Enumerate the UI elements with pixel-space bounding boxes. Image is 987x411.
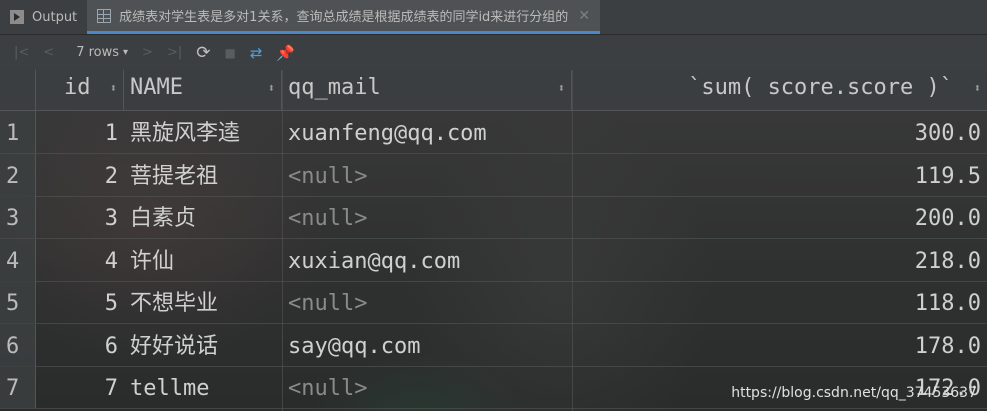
tab-query-label: 成绩表对学生表是多对1关系，查询总成绩是根据成绩表的同学id来进行分组的 [119, 10, 569, 25]
cell-sum[interactable]: 218.0 [572, 239, 987, 281]
column-header-name-label: NAME [130, 75, 183, 100]
column-header-qq-mail[interactable]: qq_mail ⬍ [282, 70, 572, 110]
cell-qq-mail[interactable]: <null> [282, 366, 572, 408]
compare-icon[interactable]: ⇄ [250, 41, 263, 65]
tab-query-result[interactable]: 成绩表对学生表是多对1关系，查询总成绩是根据成绩表的同学id来进行分组的 ✕ [87, 0, 601, 34]
cell-name[interactable]: 黑旋风李逵 [124, 111, 282, 153]
cell-id[interactable]: 1 [36, 111, 124, 153]
stop-icon[interactable]: ■ [224, 41, 235, 65]
cell-name[interactable]: 许仙 [124, 239, 282, 281]
cell-qq-mail[interactable]: xuxian@qq.com [282, 239, 572, 281]
cell-qq-mail[interactable]: <null> [282, 196, 572, 238]
cell-name[interactable]: tellme [124, 366, 282, 408]
watermark: https://blog.csdn.net/qq_37453637 [731, 385, 977, 401]
row-number[interactable]: 5 [0, 281, 36, 323]
table-row[interactable]: 1 1 黑旋风李逵 xuanfeng@qq.com 300.0 [0, 111, 987, 154]
first-page-icon[interactable]: |< [14, 41, 29, 65]
sort-icon[interactable]: ⬍ [974, 70, 981, 106]
column-header-id-label: id [64, 75, 91, 100]
cell-sum[interactable]: 178.0 [572, 324, 987, 366]
table-icon [97, 8, 112, 23]
sort-icon[interactable]: ⬍ [110, 70, 117, 106]
sort-icon[interactable]: ⬍ [268, 70, 275, 106]
cell-name[interactable]: 白素贞 [124, 196, 282, 238]
tab-output-label: Output [32, 9, 78, 25]
cell-qq-mail[interactable]: <null> [282, 154, 572, 196]
cell-name[interactable]: 不想毕业 [124, 281, 282, 323]
row-number[interactable]: 7 [0, 366, 36, 408]
row-number[interactable]: 1 [0, 111, 36, 153]
row-number[interactable]: 3 [0, 196, 36, 238]
tab-bar: Output 成绩表对学生表是多对1关系，查询总成绩是根据成绩表的同学id来进行… [0, 0, 987, 35]
cell-qq-mail[interactable]: <null> [282, 281, 572, 323]
last-page-icon[interactable]: >| [167, 41, 182, 65]
cell-id[interactable]: 7 [36, 366, 124, 408]
cell-sum[interactable]: 300.0 [572, 111, 987, 153]
table-row[interactable]: 4 4 许仙 xuxian@qq.com 218.0 [0, 238, 987, 282]
cell-id[interactable]: 4 [36, 239, 124, 281]
table-row[interactable]: 5 5 不想毕业 <null> 118.0 [0, 281, 987, 324]
tab-output[interactable]: Output [0, 0, 87, 34]
cell-id[interactable]: 3 [36, 196, 124, 238]
rows-count-label: 7 rows [76, 45, 120, 60]
next-page-icon[interactable]: > [142, 41, 153, 65]
cell-name[interactable]: 菩提老祖 [124, 154, 282, 196]
row-number[interactable]: 6 [0, 323, 36, 366]
cell-id[interactable]: 6 [36, 324, 124, 366]
close-icon[interactable]: ✕ [578, 8, 590, 24]
table-row[interactable]: 2 2 菩提老祖 <null> 119.5 [0, 153, 987, 197]
cell-id[interactable]: 2 [36, 154, 124, 196]
row-number[interactable]: 4 [0, 238, 36, 281]
column-header-id[interactable]: id ⬍ [36, 70, 124, 110]
chevron-down-icon: ▾ [123, 47, 129, 58]
table-row[interactable]: 3 3 白素贞 <null> 200.0 [0, 196, 987, 239]
pin-icon[interactable]: 📌 [276, 41, 295, 65]
cell-qq-mail[interactable]: say@qq.com [282, 324, 572, 366]
table-row[interactable]: 6 6 好好说话 say@qq.com 178.0 [0, 323, 987, 367]
cell-sum[interactable]: 118.0 [572, 281, 987, 323]
cell-id[interactable]: 5 [36, 281, 124, 323]
prev-page-icon[interactable]: < [43, 41, 54, 65]
cell-sum[interactable]: 119.5 [572, 154, 987, 196]
cell-sum[interactable]: 200.0 [572, 196, 987, 238]
cell-name[interactable]: 好好说话 [124, 324, 282, 366]
corner-cell [0, 70, 36, 110]
column-header-sum-label: `sum( score.score )` [688, 75, 953, 100]
refresh-icon[interactable]: ⟳ [196, 41, 210, 65]
grid-header: id ⬍ NAME ⬍ qq_mail ⬍ `sum( score.score … [0, 70, 987, 111]
result-toolbar: |< < 7 rows ▾ > >| ⟳ ■ ⇄ 📌 [0, 35, 987, 70]
output-icon [10, 10, 24, 24]
column-header-sum[interactable]: `sum( score.score )` ⬍ [572, 70, 987, 110]
cell-qq-mail[interactable]: xuanfeng@qq.com [282, 111, 572, 153]
column-header-qq-mail-label: qq_mail [288, 75, 381, 100]
sort-icon[interactable]: ⬍ [558, 70, 565, 106]
result-grid: id ⬍ NAME ⬍ qq_mail ⬍ `sum( score.score … [0, 70, 987, 411]
column-header-name[interactable]: NAME ⬍ [124, 70, 282, 110]
row-number[interactable]: 2 [0, 153, 36, 196]
rows-count-dropdown[interactable]: 7 rows ▾ [76, 41, 128, 65]
